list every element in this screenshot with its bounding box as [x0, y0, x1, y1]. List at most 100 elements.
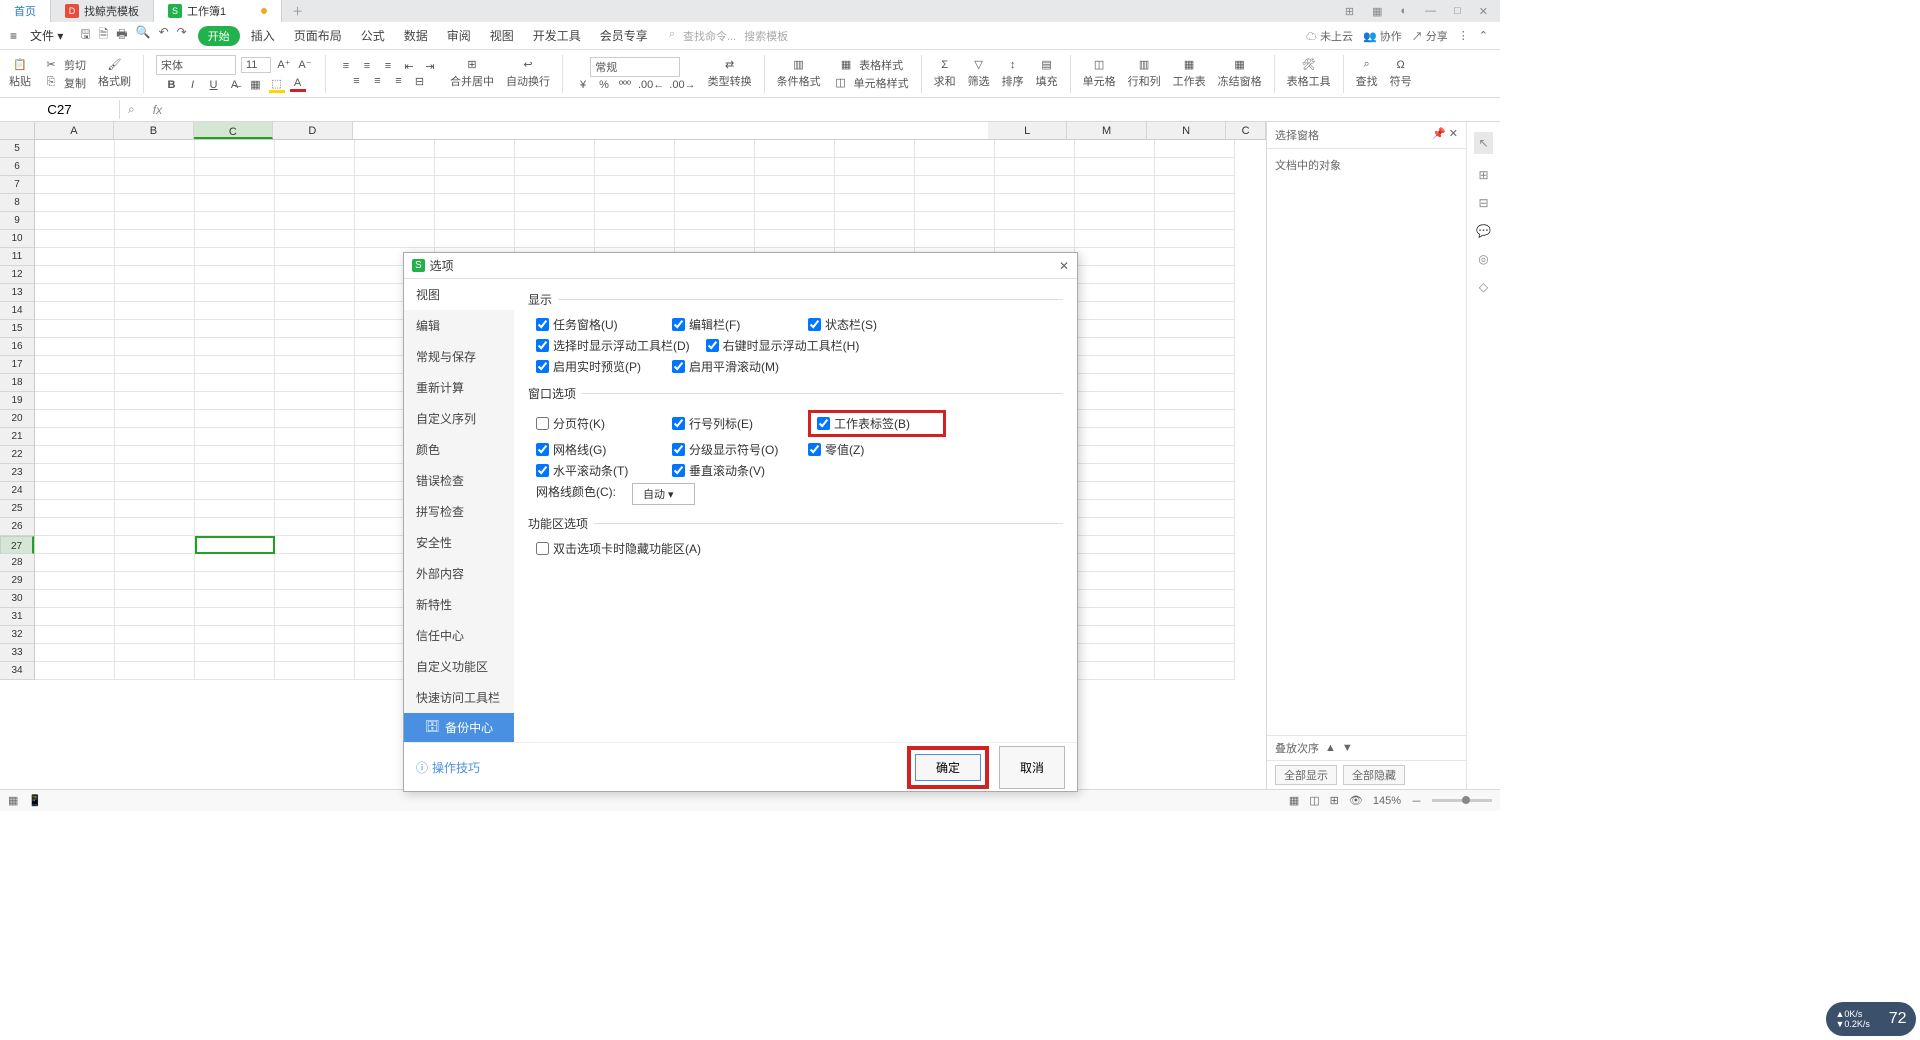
- row-24[interactable]: 24: [0, 482, 34, 500]
- rt-icon-6[interactable]: ◇: [1479, 280, 1488, 294]
- row-11[interactable]: 11: [0, 248, 34, 266]
- nav-color[interactable]: 颜色: [404, 434, 514, 465]
- opt-selfloat[interactable]: 选择时显示浮动工具栏(D): [536, 337, 690, 354]
- row-27[interactable]: 27: [0, 536, 34, 554]
- italic-icon[interactable]: I: [185, 79, 201, 91]
- size-select[interactable]: 11: [241, 57, 271, 73]
- name-box[interactable]: [0, 100, 120, 119]
- search[interactable]: ⌕查找命令...搜索模板: [669, 28, 788, 44]
- row-21[interactable]: 21: [0, 428, 34, 446]
- nav-customribbon[interactable]: 自定义功能区: [404, 651, 514, 682]
- rt-icon-2[interactable]: ⊞: [1478, 168, 1488, 182]
- view-read-icon[interactable]: 👁: [1349, 794, 1363, 807]
- row-26[interactable]: 26: [0, 518, 34, 536]
- col-C[interactable]: C: [194, 122, 273, 139]
- save-icon[interactable]: 🖫: [80, 25, 90, 46]
- symbol[interactable]: Ω符号: [1387, 59, 1415, 89]
- tab-workbook[interactable]: S工作簿1: [154, 0, 282, 22]
- wrap-button[interactable]: ↩自动换行: [503, 58, 553, 89]
- help-link[interactable]: 操作技巧: [432, 759, 480, 776]
- opt-taskpane[interactable]: 任务窗格(U): [536, 316, 656, 333]
- align-tc[interactable]: ≡: [359, 60, 375, 72]
- saveas-icon[interactable]: 🗎: [99, 25, 109, 46]
- row-12[interactable]: 12: [0, 266, 34, 284]
- border-icon[interactable]: ▦: [248, 78, 264, 91]
- row-30[interactable]: 30: [0, 590, 34, 608]
- strike-icon[interactable]: A̶: [227, 79, 243, 91]
- underline-icon[interactable]: U: [206, 79, 222, 91]
- pane-close-icon[interactable]: ✕: [1449, 128, 1458, 140]
- nav-trust[interactable]: 信任中心: [404, 620, 514, 651]
- row-28[interactable]: 28: [0, 554, 34, 572]
- redo-icon[interactable]: ↷: [177, 25, 187, 46]
- shrink-icon[interactable]: A⁻: [297, 58, 313, 71]
- find[interactable]: ⌕查找: [1353, 58, 1381, 89]
- nav-new[interactable]: 新特性: [404, 589, 514, 620]
- backup-center-button[interactable]: 🗄备份中心: [404, 713, 514, 742]
- col-end[interactable]: C: [1226, 122, 1266, 139]
- typeconv[interactable]: ⇄类型转换: [705, 58, 755, 89]
- sb-phone-icon[interactable]: 📱: [28, 794, 42, 807]
- win-icon-3[interactable]: ◐: [1396, 3, 1411, 20]
- rowcol[interactable]: ▥行和列: [1125, 58, 1164, 89]
- fx-icon[interactable]: fx: [143, 103, 172, 117]
- search-fx-icon[interactable]: ⌕: [120, 102, 143, 117]
- win-min[interactable]: —: [1421, 3, 1440, 20]
- nav-error[interactable]: 错误检查: [404, 465, 514, 496]
- row-16[interactable]: 16: [0, 338, 34, 356]
- bring-fwd-icon[interactable]: ▲: [1325, 742, 1336, 754]
- col-B[interactable]: B: [114, 122, 193, 139]
- cloud-icon[interactable]: ☁ 未上云: [1306, 28, 1353, 44]
- row-6[interactable]: 6: [0, 158, 34, 176]
- decdec-icon[interactable]: .00→: [669, 79, 695, 91]
- more-icon[interactable]: ⋮: [1458, 29, 1469, 42]
- chevron-icon[interactable]: ⌃: [1479, 29, 1488, 42]
- row-8[interactable]: 8: [0, 194, 34, 212]
- opt-editbar[interactable]: 编辑栏(F): [672, 316, 792, 333]
- fontcolor-icon[interactable]: A: [290, 77, 306, 92]
- dialog-close-icon[interactable]: ✕: [1059, 259, 1069, 273]
- print-icon[interactable]: 🖶: [116, 25, 127, 46]
- align-tl[interactable]: ≡: [338, 60, 354, 72]
- cellstyle-icon[interactable]: ◫: [833, 76, 849, 89]
- cell[interactable]: ◫单元格: [1080, 58, 1119, 89]
- nav-qat[interactable]: 快速访问工具栏: [404, 682, 514, 713]
- rt-icon-3[interactable]: ⊟: [1478, 196, 1488, 210]
- menu-dev[interactable]: 开发工具: [525, 25, 589, 46]
- nav-external[interactable]: 外部内容: [404, 558, 514, 589]
- decinc-icon[interactable]: .00←: [638, 79, 664, 91]
- grow-icon[interactable]: A⁺: [276, 58, 292, 71]
- numfmt-select[interactable]: 常规: [590, 57, 680, 77]
- win-close[interactable]: ✕: [1475, 3, 1492, 20]
- menu-data[interactable]: 数据: [396, 25, 436, 46]
- pin-icon[interactable]: 📌: [1432, 128, 1446, 140]
- formula-input[interactable]: [172, 102, 1500, 117]
- opt-pagebreak[interactable]: 分页符(K): [536, 410, 656, 437]
- nav-security[interactable]: 安全性: [404, 527, 514, 558]
- align-bl[interactable]: ≡: [349, 75, 365, 87]
- bold-icon[interactable]: B: [164, 79, 180, 91]
- win-icon-1[interactable]: ⊞: [1341, 3, 1358, 20]
- show-all-button[interactable]: 全部显示: [1275, 765, 1337, 785]
- row-29[interactable]: 29: [0, 572, 34, 590]
- zoom-out-icon[interactable]: －: [1411, 793, 1422, 809]
- opt-sheettab[interactable]: 工作表标签(B): [817, 415, 937, 432]
- align-br[interactable]: ≡: [391, 75, 407, 87]
- tab-template[interactable]: D找鲸壳模板: [51, 0, 154, 22]
- opt-zero[interactable]: 零值(Z): [808, 441, 928, 458]
- opt-gridline[interactable]: 网格线(G): [536, 441, 656, 458]
- sort[interactable]: ↕排序: [999, 59, 1027, 89]
- collab-button[interactable]: 👥 协作: [1363, 28, 1402, 44]
- view-normal-icon[interactable]: ▦: [1289, 794, 1299, 807]
- row-25[interactable]: 25: [0, 500, 34, 518]
- col-D[interactable]: D: [273, 122, 352, 139]
- nav-customlist[interactable]: 自定义序列: [404, 403, 514, 434]
- row-32[interactable]: 32: [0, 626, 34, 644]
- merge-button[interactable]: ⊞合并居中: [447, 58, 497, 89]
- nav-spell[interactable]: 拼写检查: [404, 496, 514, 527]
- menu-layout[interactable]: 页面布局: [286, 25, 350, 46]
- select-all-corner[interactable]: [0, 122, 35, 139]
- select-tool-icon[interactable]: ↖: [1474, 132, 1492, 154]
- file-menu[interactable]: 文件 ▾: [24, 25, 69, 46]
- menu-insert[interactable]: 插入: [243, 25, 283, 46]
